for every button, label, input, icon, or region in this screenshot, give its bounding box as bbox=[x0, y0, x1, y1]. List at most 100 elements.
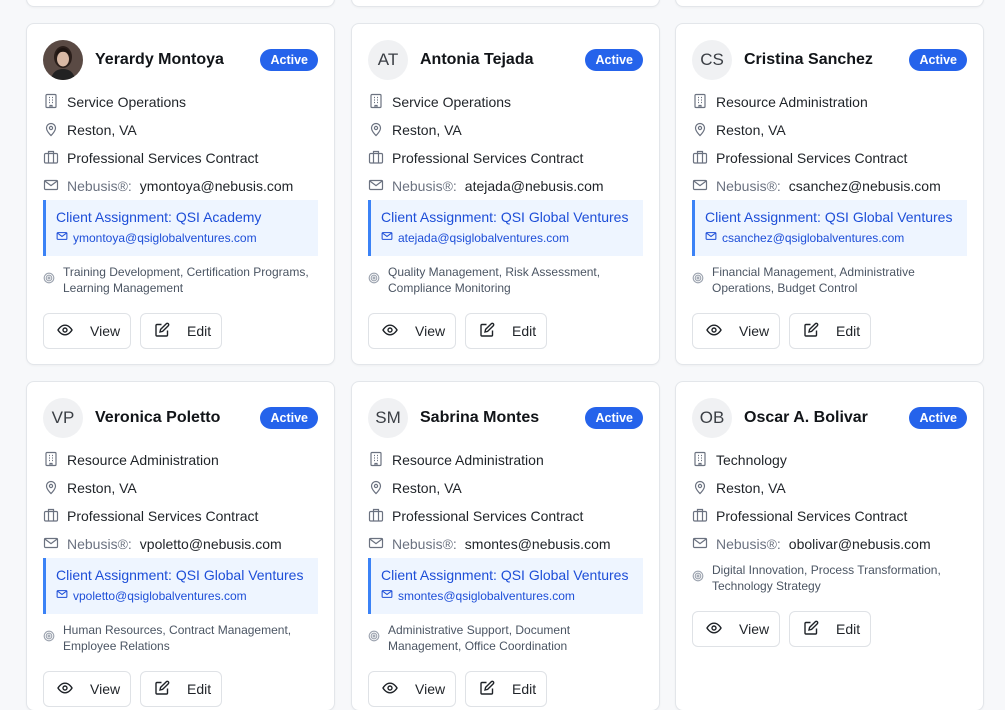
view-label: View bbox=[415, 323, 446, 339]
card-header: OB Oscar A. Bolivar Active bbox=[692, 398, 967, 438]
mail-icon bbox=[43, 177, 67, 196]
client-assignment-email[interactable]: vpoletto@qsiglobalventures.com bbox=[73, 589, 247, 603]
edit-button[interactable]: Edit bbox=[789, 611, 871, 647]
employee-name: Veronica Poletto bbox=[95, 409, 221, 426]
client-assignment-email[interactable]: smontes@qsiglobalventures.com bbox=[398, 589, 575, 603]
nebusis-label: Nebusis®: bbox=[716, 178, 781, 194]
map-pin-icon bbox=[368, 121, 392, 140]
employee-name: Yerardy Montoya bbox=[95, 51, 224, 68]
contract-row: Professional Services Contract bbox=[692, 148, 967, 168]
view-button[interactable]: View bbox=[43, 671, 131, 707]
contract-row: Professional Services Contract bbox=[43, 148, 318, 168]
card-header: AT Antonia Tejada Active bbox=[368, 40, 643, 80]
nebusis-label: Nebusis®: bbox=[67, 178, 132, 194]
mail-icon bbox=[43, 535, 67, 554]
skills-text: Quality Management, Risk Assessment, Com… bbox=[388, 265, 601, 295]
view-button[interactable]: View bbox=[692, 313, 780, 349]
department-row: Resource Administration bbox=[692, 92, 967, 112]
employee-card: OB Oscar A. Bolivar Active Technology Re… bbox=[675, 381, 984, 710]
department-label: Resource Administration bbox=[392, 452, 544, 468]
edit-label: Edit bbox=[512, 681, 537, 697]
view-button[interactable]: View bbox=[692, 611, 780, 647]
location-label: Reston, VA bbox=[716, 480, 786, 496]
employee-name: Antonia Tejada bbox=[420, 51, 534, 68]
department-label: Service Operations bbox=[67, 94, 187, 110]
mail-icon bbox=[56, 588, 73, 603]
nebusis-email[interactable]: obolivar@nebusis.com bbox=[789, 536, 931, 552]
edit-icon bbox=[479, 322, 512, 341]
skills-row: Training Development, Certification Prog… bbox=[43, 264, 318, 296]
card-header: Yerardy Montoya Active bbox=[43, 40, 318, 80]
email-row: Nebusis®: csanchez@nebusis.com bbox=[692, 176, 967, 196]
department-label: Service Operations bbox=[392, 94, 512, 110]
client-assignment-email-row: ymontoya@qsiglobalventures.com bbox=[56, 230, 318, 245]
edit-button[interactable]: Edit bbox=[789, 313, 871, 349]
edit-icon bbox=[154, 680, 187, 699]
edit-button[interactable]: Edit bbox=[465, 313, 547, 349]
nebusis-email[interactable]: atejada@nebusis.com bbox=[465, 178, 604, 194]
location-label: Reston, VA bbox=[67, 122, 137, 138]
avatar-initials: CS bbox=[700, 50, 724, 69]
view-button[interactable]: View bbox=[43, 313, 131, 349]
email-row: Nebusis®: atejada@nebusis.com bbox=[368, 176, 643, 196]
edit-icon bbox=[479, 680, 512, 699]
contract-label: Professional Services Contract bbox=[392, 150, 584, 166]
target-icon bbox=[368, 272, 388, 288]
briefcase-icon bbox=[368, 507, 392, 526]
card-actions: View Edit bbox=[368, 671, 547, 707]
nebusis-label: Nebusis®: bbox=[716, 536, 781, 552]
view-button[interactable]: View bbox=[368, 671, 456, 707]
view-label: View bbox=[90, 323, 121, 339]
contract-row: Professional Services Contract bbox=[43, 506, 318, 526]
card-actions: View Edit bbox=[368, 313, 547, 349]
edit-button[interactable]: Edit bbox=[140, 313, 222, 349]
view-label: View bbox=[90, 681, 121, 697]
view-label: View bbox=[415, 681, 446, 697]
contract-row: Professional Services Contract bbox=[368, 148, 643, 168]
view-button[interactable]: View bbox=[368, 313, 456, 349]
card-top-stub-2 bbox=[351, 0, 660, 7]
edit-label: Edit bbox=[836, 323, 861, 339]
avatar-initials: OB bbox=[699, 408, 725, 427]
email-row: Nebusis®: vpoletto@nebusis.com bbox=[43, 534, 318, 554]
nebusis-email[interactable]: csanchez@nebusis.com bbox=[789, 178, 941, 194]
map-pin-icon bbox=[368, 479, 392, 498]
skills-row: Digital Innovation, Process Transformati… bbox=[692, 562, 967, 594]
map-pin-icon bbox=[692, 121, 716, 140]
skills-row: Human Resources, Contract Management, Em… bbox=[43, 622, 318, 654]
nebusis-label: Nebusis®: bbox=[392, 178, 457, 194]
edit-label: Edit bbox=[187, 323, 212, 339]
department-label: Resource Administration bbox=[716, 94, 868, 110]
nebusis-email[interactable]: smontes@nebusis.com bbox=[465, 536, 611, 552]
employee-card: VP Veronica Poletto Active Resource Admi… bbox=[26, 381, 335, 710]
contract-label: Professional Services Contract bbox=[67, 508, 259, 524]
mail-icon bbox=[381, 230, 398, 245]
card-actions: View Edit bbox=[43, 671, 222, 707]
location-label: Reston, VA bbox=[392, 480, 462, 496]
mail-icon bbox=[56, 230, 73, 245]
edit-button[interactable]: Edit bbox=[465, 671, 547, 707]
nebusis-email[interactable]: ymontoya@nebusis.com bbox=[140, 178, 294, 194]
client-assignment: Client Assignment: QSI Global Ventures v… bbox=[43, 558, 318, 614]
client-assignment-email[interactable]: csanchez@qsiglobalventures.com bbox=[722, 231, 904, 245]
client-assignment-email-row: atejada@qsiglobalventures.com bbox=[381, 230, 643, 245]
edit-button[interactable]: Edit bbox=[140, 671, 222, 707]
client-assignment-email[interactable]: atejada@qsiglobalventures.com bbox=[398, 231, 569, 245]
nebusis-email[interactable]: vpoletto@nebusis.com bbox=[140, 536, 282, 552]
edit-label: Edit bbox=[836, 621, 861, 637]
employee-card: SM Sabrina Montes Active Resource Admini… bbox=[351, 381, 660, 710]
client-assignment-email[interactable]: ymontoya@qsiglobalventures.com bbox=[73, 231, 257, 245]
department-row: Resource Administration bbox=[43, 450, 318, 470]
skills-row: Administrative Support, Document Managem… bbox=[368, 622, 643, 654]
eye-icon bbox=[57, 322, 90, 341]
map-pin-icon bbox=[692, 479, 716, 498]
card-actions: View Edit bbox=[692, 313, 871, 349]
edit-icon bbox=[803, 322, 836, 341]
briefcase-icon bbox=[368, 149, 392, 168]
card-actions: View Edit bbox=[43, 313, 222, 349]
email-row: Nebusis®: smontes@nebusis.com bbox=[368, 534, 643, 554]
mail-icon bbox=[381, 588, 398, 603]
employee-card: CS Cristina Sanchez Active Resource Admi… bbox=[675, 23, 984, 365]
status-badge: Active bbox=[909, 407, 967, 429]
contract-label: Professional Services Contract bbox=[716, 508, 908, 524]
